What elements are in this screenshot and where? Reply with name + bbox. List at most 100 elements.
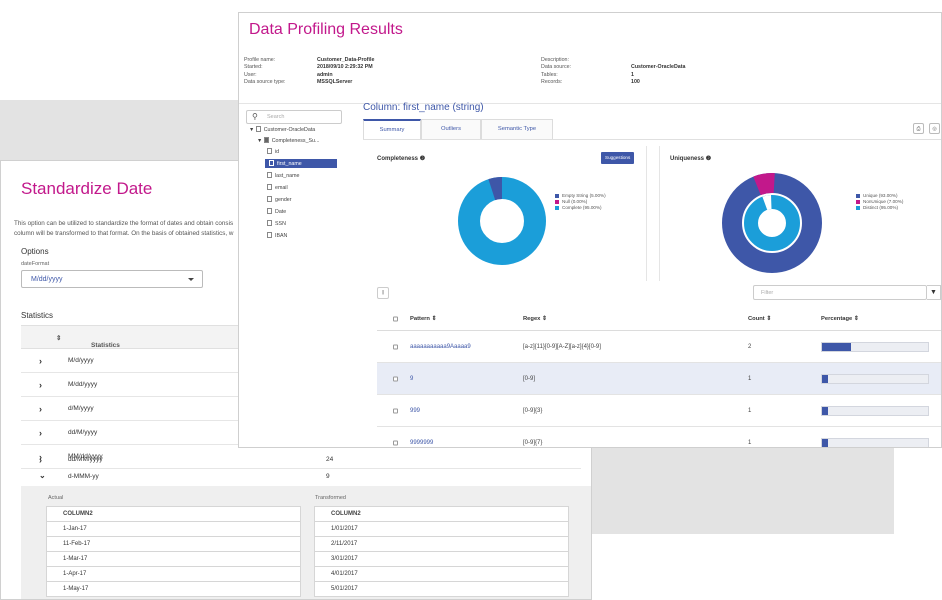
meta-value: 100 (631, 79, 640, 86)
header-regex[interactable]: Regex ⇕ (523, 316, 547, 322)
completeness-legend: Empty String (5.00%) Null (0.00%) Comple… (555, 193, 606, 211)
percentage-bar (821, 341, 929, 352)
row-checkbox[interactable] (393, 408, 398, 413)
profiling-title: Data Profiling Results (249, 21, 403, 38)
regex-value: [0-9]{7} (523, 439, 543, 446)
chevron-right-icon[interactable]: › (39, 380, 42, 390)
tree-root[interactable]: ▼ Customer-OracleData (249, 126, 315, 133)
column-icon (267, 196, 272, 202)
actual-label: Actual (48, 495, 64, 501)
regex-value: [a-z]{11}[0-9][A-Z][a-z]{4}[0-9] (523, 343, 601, 350)
tab-summary[interactable]: Summary (363, 119, 421, 139)
tree-item-last-name[interactable]: last_name (267, 172, 299, 179)
pattern-row[interactable]: 9 [0-9] 1 (377, 363, 941, 395)
transformed-column-header: COLUMN2 (314, 506, 569, 522)
meta-label: Data source: (541, 64, 572, 71)
tree-item-ssn[interactable]: SSN (267, 220, 286, 227)
tree-item-first-name[interactable]: first_name (265, 159, 337, 168)
percentage-fill (822, 342, 851, 351)
tree-item-id[interactable]: id (267, 148, 279, 155)
suggestions-button[interactable]: Suggestions (601, 152, 635, 164)
header-percentage[interactable]: Percentage ⇕ (821, 316, 859, 322)
chevron-right-icon[interactable]: › (39, 404, 42, 414)
tab-divider (363, 139, 941, 140)
pattern-value[interactable]: 9 (410, 376, 413, 382)
chevron-down-icon[interactable]: ⌄ (39, 471, 46, 480)
distinct-ring (744, 195, 800, 251)
row-checkbox[interactable] (393, 376, 398, 381)
percentage-bar (821, 437, 929, 447)
search-placeholder: Search (267, 114, 285, 120)
chevron-right-icon[interactable]: › (39, 428, 42, 438)
pattern-table-area: ⫼ Filter ▼ Pattern ⇕ Regex ⇕ Count ⇕ Per… (367, 281, 941, 447)
statistics-row-expanded[interactable]: ⌄ d-MMM-yy 9 (21, 469, 581, 486)
screenshot-canvas: Standardize Date This option can be util… (0, 0, 942, 600)
chevron-right-icon[interactable]: › (39, 455, 42, 465)
help-icon[interactable]: ❷ (420, 156, 425, 162)
export-icon[interactable]: ⎙ (913, 123, 924, 134)
chevron-down-icon (188, 278, 194, 281)
actual-cell: 1-May-17 (46, 581, 301, 597)
percentage-fill (822, 374, 829, 383)
chevron-right-icon[interactable]: › (39, 356, 42, 366)
tree-search-input[interactable]: ⚲ Search (246, 110, 342, 124)
count-value: 1 (748, 407, 752, 414)
percentage-bar (821, 405, 929, 416)
actual-cell: 1-Apr-17 (46, 566, 301, 582)
settings-icon[interactable]: ◎ (929, 123, 940, 134)
pattern-row[interactable]: 9999999 [0-9]{7} 1 (377, 427, 941, 447)
statistics-format: M/dd/yyyy (68, 381, 98, 388)
count-value: 1 (748, 375, 752, 382)
header-count[interactable]: Count ⇕ (748, 316, 771, 322)
column-icon (267, 172, 272, 178)
search-icon: ⚲ (252, 112, 258, 121)
actual-cell: 1-Jan-17 (46, 521, 301, 537)
actual-cell: 11-Feb-17 (46, 536, 301, 552)
tree-item-date[interactable]: Date (267, 208, 286, 215)
tree-item-email[interactable]: email (267, 184, 288, 191)
completeness-title: Completeness ❷ (377, 156, 426, 162)
transformed-cell: 2/11/2017 (314, 536, 569, 552)
pattern-value[interactable]: 9999999 (410, 440, 433, 446)
legend-complete: Complete (95.00%) (555, 205, 606, 211)
actual-cell: 1-Mar-17 (46, 551, 301, 567)
pattern-row[interactable]: aaaaaaaaaaa9Aaaaa9 [a-z]{11}[0-9][A-Z][a… (377, 331, 941, 363)
pattern-value[interactable]: aaaaaaaaaaa9Aaaaa9 (410, 344, 471, 350)
statistics-count: 24 (326, 456, 334, 463)
meta-label: Started: (244, 64, 263, 71)
date-format-label: dateFormat (21, 261, 50, 267)
statistics-format: d/M/yyyy (68, 405, 94, 412)
statistics-row[interactable]: › dd/MM/yyyy 24 (21, 451, 581, 471)
row-checkbox[interactable] (393, 440, 398, 445)
pattern-row[interactable]: 999 [0-9]{3} 1 (377, 395, 941, 427)
row-checkbox[interactable] (393, 344, 398, 349)
meta-value: admin (317, 71, 333, 78)
column-title: Column: first_name (string) (363, 102, 484, 113)
tab-outliers[interactable]: Outliers (421, 119, 481, 139)
pattern-table-header: Pattern ⇕ Regex ⇕ Count ⇕ Percentage ⇕ (377, 307, 941, 331)
tree-group[interactable]: ▼ Completeness_Su... (257, 137, 319, 144)
transformed-cell: 4/01/2017 (314, 566, 569, 582)
column-icon (267, 148, 272, 154)
uniqueness-panel: Uniqueness ❷ Unique (93.00%) NonUnique (… (659, 146, 941, 281)
header-pattern[interactable]: Pattern ⇕ (410, 316, 436, 322)
filter-icon[interactable]: ▼ (927, 285, 941, 300)
data-profiling-window: Data Profiling Results Profile name: Sta… (238, 12, 942, 448)
database-icon (255, 126, 261, 132)
filter-input[interactable]: Filter (753, 285, 927, 300)
transformed-cell: 1/01/2017 (314, 521, 569, 537)
pattern-value[interactable]: 999 (410, 408, 420, 414)
select-all-checkbox[interactable] (393, 316, 398, 321)
tab-semantic-type[interactable]: Semantic Type (481, 119, 553, 139)
tree-item-gender[interactable]: gender (267, 196, 292, 203)
meta-label: Profile name: (244, 57, 276, 63)
meta-label: Records: (541, 79, 563, 86)
tree-item-iban[interactable]: IBAN (267, 232, 287, 239)
complete-slice (458, 177, 546, 265)
date-format-select[interactable]: M/dd/yyyy (21, 270, 203, 288)
help-icon[interactable]: ❷ (706, 156, 711, 162)
completeness-panel: Completeness ❷ Suggestions Empty String … (367, 146, 647, 281)
statistics-column-header[interactable]: Statistics ⇕ (56, 334, 120, 349)
columns-icon[interactable]: ⫼ (377, 287, 389, 299)
meta-value: Customer_Data-Profile (317, 57, 375, 63)
